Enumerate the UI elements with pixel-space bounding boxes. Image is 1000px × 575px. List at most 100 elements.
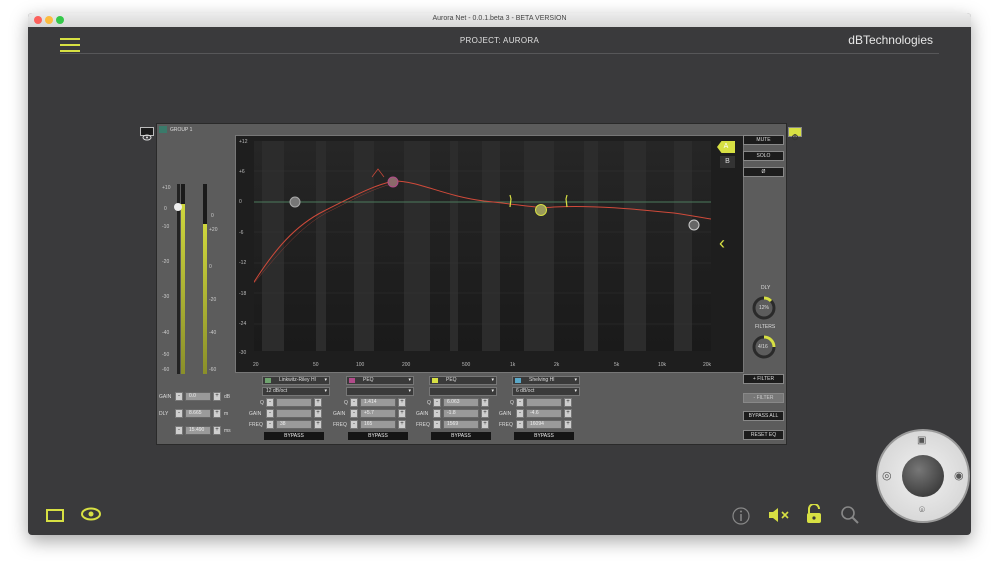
gain-input[interactable]: -1.8 <box>443 409 479 418</box>
q-input[interactable]: 1.414 <box>360 398 396 407</box>
gain-increment-button[interactable]: + <box>564 409 572 418</box>
freq-decrement-button[interactable]: - <box>433 420 441 429</box>
filter-slope-select[interactable]: 12 dB/oct ▾ <box>262 387 330 396</box>
q-increment-button[interactable]: + <box>398 398 406 407</box>
filter-color-swatch <box>432 378 438 383</box>
freq-input[interactable]: 38 <box>276 420 312 429</box>
freq-increment-button[interactable]: + <box>481 420 489 429</box>
delay-ms-input[interactable]: 15.490 <box>185 426 211 435</box>
eq-graph[interactable]: +12 +6 0 -6 -12 -18 -24 -30 20 50 100 20… <box>235 135 744 373</box>
freq-input[interactable]: 16094 <box>526 420 562 429</box>
unlock-icon[interactable] <box>806 503 822 529</box>
target-add-icon[interactable]: ◎ <box>882 469 892 482</box>
q-decrement-button[interactable]: - <box>266 398 274 407</box>
filter-type-select[interactable]: PEQ ▾ <box>429 376 497 385</box>
filter-type-select[interactable]: PEQ ▾ <box>346 376 414 385</box>
gain-decrement-button[interactable]: - <box>516 409 524 418</box>
q-decrement-button[interactable]: - <box>350 398 358 407</box>
reset-eq-button[interactable]: RESET EQ <box>743 430 784 440</box>
speaker-icon[interactable]: ◉ <box>954 469 964 482</box>
filter-slope-select[interactable]: ▾ <box>346 387 414 396</box>
filter-type-select[interactable]: Shelving HI ▾ <box>512 376 580 385</box>
gain-decrement-button[interactable]: - <box>433 409 441 418</box>
freq-label: FREQ <box>333 422 347 428</box>
delay-increment-button[interactable]: + <box>213 409 221 418</box>
gain-input[interactable]: +5.7 <box>360 409 396 418</box>
location-pin-icon[interactable]: ⌾ <box>919 505 925 516</box>
freq-decrement-button[interactable]: - <box>266 420 274 429</box>
filters-knob[interactable]: 4/16 <box>751 334 777 360</box>
mute-button[interactable]: MUTE <box>743 135 784 145</box>
delay-knob[interactable]: 12% <box>751 295 777 321</box>
solo-button[interactable]: SOLO <box>743 151 784 161</box>
remove-filter-button[interactable]: - FILTER <box>743 393 784 403</box>
gain-decrement-button[interactable]: - <box>350 409 358 418</box>
title-bar: Aurora Net - 0.0.1.beta 3 - BETA VERSION <box>28 13 971 27</box>
navigation-joystick[interactable]: ▣ ◎ ◉ ⌾ <box>876 429 970 523</box>
filter-bypass-button[interactable]: BYPASS <box>514 432 574 440</box>
gain-label: GAIN <box>159 394 172 400</box>
q-increment-button[interactable]: + <box>314 398 322 407</box>
joystick-knob[interactable] <box>902 455 944 497</box>
q-decrement-button[interactable]: - <box>516 398 524 407</box>
preset-a-button[interactable]: A <box>717 141 735 153</box>
filter-bypass-button[interactable]: BYPASS <box>431 432 491 440</box>
freq-decrement-button[interactable]: - <box>516 420 524 429</box>
delay-decrement-button[interactable]: - <box>175 409 183 418</box>
filter-type-select[interactable]: Linkwitz-Riley HI ▾ <box>262 376 330 385</box>
speakers-icon[interactable]: ▣ <box>917 435 926 446</box>
q-label: Q <box>344 400 348 406</box>
q-label: Q <box>260 400 264 406</box>
eye-icon[interactable] <box>80 507 102 526</box>
add-filter-button[interactable]: + FILTER <box>743 374 784 384</box>
eye-toggle-icon[interactable] <box>140 127 154 141</box>
freq-input[interactable]: 165 <box>360 420 396 429</box>
gain-increment-button[interactable]: + <box>213 392 221 401</box>
q-input[interactable]: 6.063 <box>443 398 479 407</box>
gain-decrement-button[interactable]: - <box>175 392 183 401</box>
power-icon[interactable] <box>788 127 802 141</box>
mute-speaker-icon[interactable] <box>768 507 790 528</box>
info-icon[interactable] <box>732 507 750 530</box>
zoom-search-icon[interactable] <box>840 505 860 530</box>
q-increment-button[interactable]: + <box>564 398 572 407</box>
filter-bypass-button[interactable]: BYPASS <box>348 432 408 440</box>
gain-input[interactable]: 0.0 <box>185 392 211 401</box>
gain-increment-button[interactable]: + <box>481 409 489 418</box>
filter-bypass-button[interactable]: BYPASS <box>264 432 324 440</box>
filter-4-handle <box>688 219 700 231</box>
freq-increment-button[interactable]: + <box>564 420 572 429</box>
gain-fader-track[interactable] <box>177 184 180 374</box>
eq-plot-area[interactable] <box>253 141 712 351</box>
q-increment-button[interactable]: + <box>481 398 489 407</box>
chevron-down-icon: ▾ <box>408 388 411 394</box>
filter-slope-select[interactable]: 6 dB/oct ▾ <box>512 387 580 396</box>
freq-decrement-button[interactable]: - <box>350 420 358 429</box>
q-input[interactable] <box>276 398 312 407</box>
freq-input[interactable]: 1569 <box>443 420 479 429</box>
freq-increment-button[interactable]: + <box>398 420 406 429</box>
phase-invert-button[interactable]: Ø <box>743 167 784 177</box>
delay-unit-m: m <box>224 411 229 417</box>
q-input[interactable] <box>526 398 562 407</box>
gain-increment-button[interactable]: + <box>398 409 406 418</box>
gain-input[interactable]: -4.6 <box>526 409 562 418</box>
q-label: Q <box>510 400 514 406</box>
delay-ms-decrement-button[interactable]: - <box>175 426 183 435</box>
q-decrement-button[interactable]: - <box>433 398 441 407</box>
preset-b-button[interactable]: B <box>720 156 735 168</box>
freq-increment-button[interactable]: + <box>314 420 322 429</box>
collapse-chevron-icon[interactable]: ‹ <box>719 234 725 252</box>
filter-3-handle <box>535 204 547 216</box>
fit-screen-icon[interactable] <box>46 509 64 522</box>
gain-increment-button[interactable]: + <box>314 409 322 418</box>
gain-input[interactable] <box>276 409 312 418</box>
filter-color-swatch <box>515 378 521 383</box>
delay-ms-increment-button[interactable]: + <box>213 426 221 435</box>
bypass-all-button[interactable]: BYPASS ALL <box>743 411 784 421</box>
gain-decrement-button[interactable]: - <box>266 409 274 418</box>
gain-fader-knob[interactable] <box>174 203 182 211</box>
filter-slope-select[interactable]: ▾ <box>429 387 497 396</box>
delay-meters-input[interactable]: 8.665 <box>185 409 211 418</box>
level-meter <box>181 184 185 374</box>
